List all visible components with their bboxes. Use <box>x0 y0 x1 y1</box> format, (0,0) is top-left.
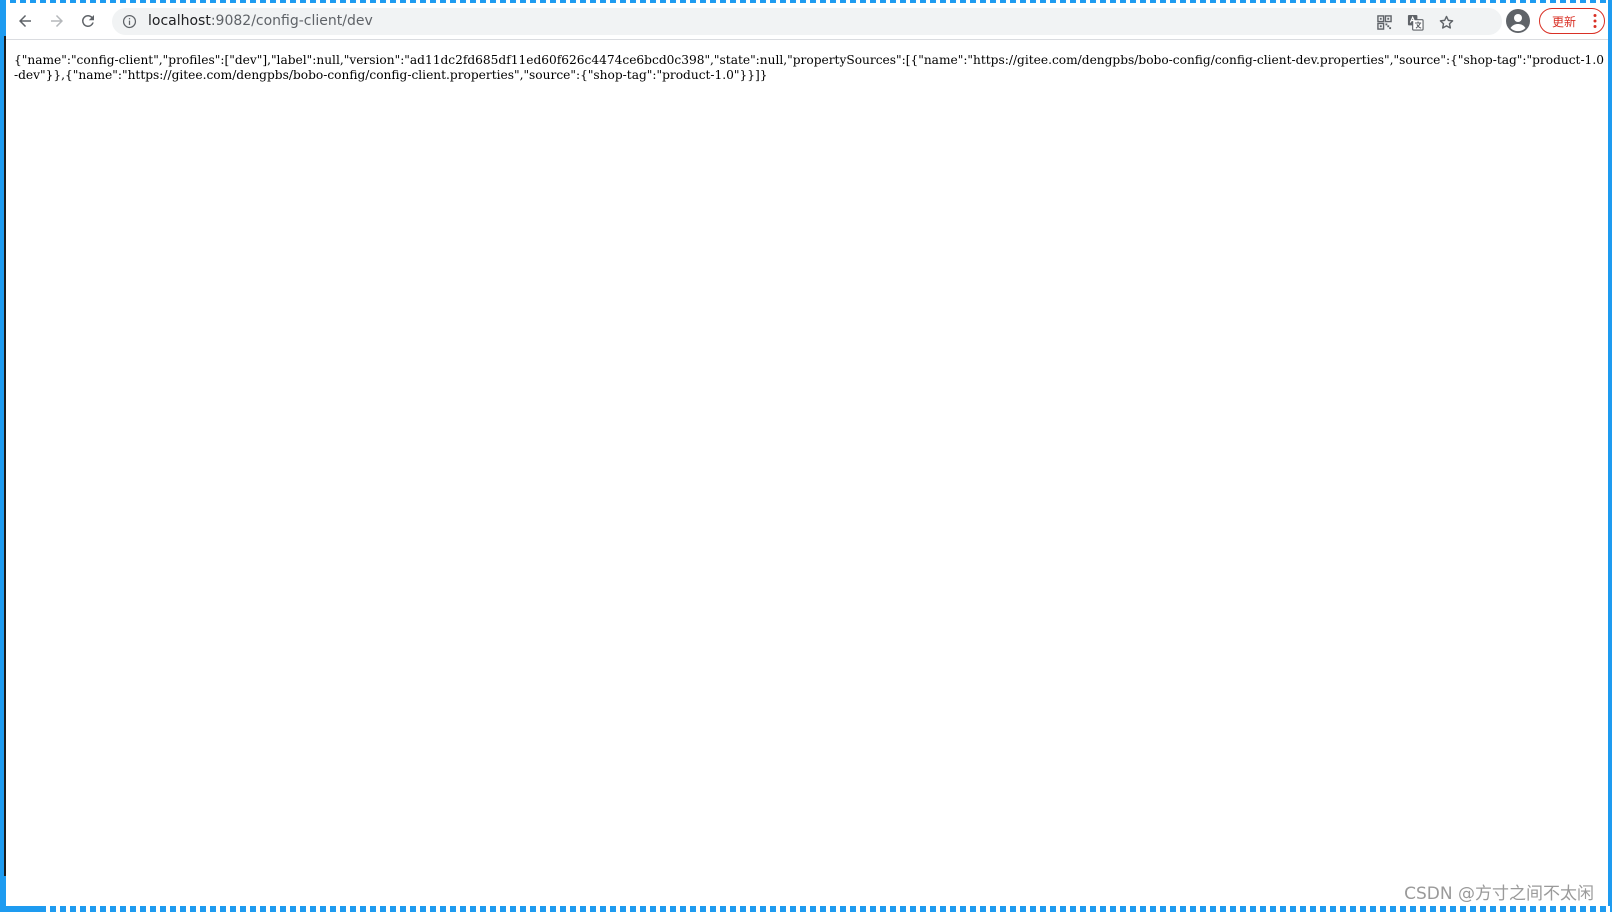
update-label: 更新 <box>1552 14 1577 29</box>
window-frame-bottom-corner <box>0 906 42 912</box>
bookmark-star-button[interactable] <box>1436 12 1456 32</box>
url-host: localhost <box>148 13 211 29</box>
window-frame-left-inner <box>4 36 6 876</box>
qr-code-icon <box>1376 14 1392 30</box>
browser-toolbar: localhost:9082/config-client/dev 更新 <box>6 3 1608 40</box>
back-button[interactable] <box>11 7 39 35</box>
url-text[interactable]: localhost:9082/config-client/dev <box>148 8 373 35</box>
json-response-text: {"name":"config-client","profiles":["dev… <box>14 53 1604 82</box>
more-vert-icon <box>1593 14 1597 28</box>
account-icon[interactable] <box>1506 9 1530 33</box>
translate-icon <box>1407 14 1424 31</box>
back-arrow-icon <box>19 15 31 27</box>
update-button[interactable]: 更新 <box>1539 8 1605 34</box>
info-icon[interactable] <box>122 14 137 29</box>
qr-code-button[interactable] <box>1374 12 1394 32</box>
reload-button[interactable] <box>74 7 102 35</box>
forward-arrow-icon <box>51 15 63 27</box>
csdn-watermark: CSDN @方寸之间不太闲 <box>1404 884 1594 904</box>
star-icon <box>1439 15 1453 29</box>
reload-icon <box>81 14 94 27</box>
window-frame-right <box>1608 0 1612 912</box>
url-path: :9082/config-client/dev <box>210 13 373 29</box>
forward-button[interactable] <box>43 7 71 35</box>
address-bar[interactable]: localhost:9082/config-client/dev <box>112 8 1502 35</box>
translate-button[interactable] <box>1405 12 1425 32</box>
window-frame-bottom <box>0 906 1612 912</box>
